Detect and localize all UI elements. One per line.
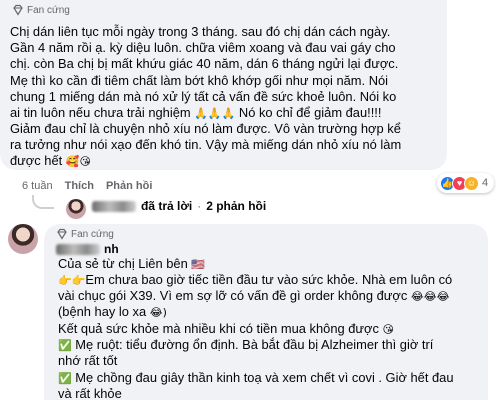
avatar[interactable] bbox=[66, 199, 86, 219]
comment-2-line-5: Kết quả sức khỏe mà nhiều khi có tiền mu… bbox=[58, 321, 394, 338]
comment-2-line-6: ✅ Mẹ ruột: tiểu đường ổn định. Bà bắt đầ… bbox=[58, 337, 433, 354]
comment-2-line-1-text: Của sẻ từ chị Liên bên bbox=[58, 256, 192, 271]
pray-emoji: 🙏🙏🙏 bbox=[194, 107, 236, 120]
comment-2-author-row: Fan cứng bbox=[56, 228, 114, 240]
reaction-summary[interactable]: 👍 ♥ ☺ 4 bbox=[437, 173, 495, 193]
comment-2-line-8-text: Mẹ chồng đau giây thần kinh toạ và xem c… bbox=[75, 370, 454, 385]
like-button[interactable]: Thích bbox=[65, 180, 94, 192]
comment-bubble-2: Fan cứng nh Của sẻ từ chị Liên bên 🇺🇸 👉👉… bbox=[44, 224, 488, 400]
comment-1-line-4: Mẹ thì ko cần đi tiêm chất làm bớt khô k… bbox=[10, 73, 389, 88]
comment-2-line-2: 👉👉Em chưa bao giờ tiếc tiền đầu tư vào s… bbox=[58, 272, 452, 289]
comment-1-line-3: chị. còn Ba chị bị mất khứu giác 40 năm,… bbox=[10, 56, 399, 71]
laugh-emojis: 😂😂😂 bbox=[410, 290, 450, 303]
comment-1-line-9: được hết 🥰😘 bbox=[10, 153, 91, 170]
comment-1-line-9-text: được hết bbox=[10, 153, 66, 168]
comment-1-time[interactable]: 6 tuần bbox=[22, 180, 53, 192]
comment-1-line-6-start: ai tin luôn nếu chưa trải nghiệm bbox=[10, 105, 195, 120]
fan-badge-label: Fan cứng bbox=[71, 228, 114, 240]
reaction-count: 4 bbox=[482, 177, 489, 189]
comment-2-line-5-text: Kết quả sức khỏe mà nhiều khi có tiền mu… bbox=[58, 321, 383, 336]
comment-2-line-1: Của sẻ từ chị Liên bên 🇺🇸 bbox=[58, 256, 205, 273]
author-name-suffix: nh bbox=[104, 242, 119, 256]
comment-2-line-3: vài chục gói X39. Vì em sợ lỡ có vấn đề … bbox=[58, 288, 449, 305]
comment-1-line-6-end: Nó ko chỉ để giảm đau!!!! bbox=[235, 105, 382, 120]
reply-button[interactable]: Phản hồi bbox=[106, 180, 152, 192]
comment-1-line-5: chung 1 miếng dán mà nó xử lý tất cả vấn… bbox=[10, 89, 397, 104]
author-name-blur bbox=[56, 243, 100, 255]
fan-badge-label: Fan cứng bbox=[27, 4, 70, 16]
reply-action: đã trả lời bbox=[141, 199, 193, 213]
comment-1-line-8: ra tưởng như nói xạo đến khó tin. Vậy mà… bbox=[10, 137, 402, 152]
comment-1-line-1: Chị dán liên tục mỗi ngày trong 3 tháng.… bbox=[10, 24, 391, 39]
comment-1-line-7: Giảm đau chỉ là chuyện nhỏ xíu nó làm đư… bbox=[10, 121, 401, 136]
reply-count: 2 phản hồi bbox=[206, 199, 267, 213]
comment-1-author-row: Fan cứng bbox=[12, 4, 70, 16]
laugh-emoji: 😂) bbox=[149, 306, 167, 319]
us-flag-emoji: 🇺🇸 bbox=[191, 258, 206, 271]
comment-2-line-6-text: Mẹ ruột: tiểu đường ổn định. Bà bắt đầu … bbox=[75, 337, 434, 352]
check-icon: ✅ bbox=[58, 372, 72, 385]
comment-2-line-4-text: (bệnh hay lo xa bbox=[58, 304, 150, 319]
comment-2-author-name[interactable]: nh bbox=[56, 242, 119, 256]
comment-2-line-9: và rất khỏe bbox=[58, 386, 122, 400]
check-icon: ✅ bbox=[58, 339, 72, 352]
comment-2-line-2-text: Em chưa bao giờ tiếc tiền đầu tư vào sức… bbox=[85, 272, 453, 287]
comment-1-line-2: Gần 4 năm rồi ạ. kỳ diệu luôn. chữa viêm… bbox=[10, 40, 396, 55]
comment-bubble-1: Fan cứng Chị dán liên tục mỗi ngày trong… bbox=[0, 0, 447, 170]
avatar[interactable] bbox=[8, 224, 38, 254]
comment-2-line-4: (bệnh hay lo xa 😂) bbox=[58, 304, 167, 321]
kiss-emoji: 😘 bbox=[382, 323, 394, 336]
separator-dot: · bbox=[197, 199, 202, 213]
comment-2-line-3-text: vài chục gói X39. Vì em sợ lỡ có vấn đề … bbox=[58, 288, 411, 303]
thread-connector bbox=[32, 195, 54, 209]
comment-1-meta: 6 tuần Thích Phản hồi bbox=[22, 180, 152, 192]
pointing-emoji: 👉👉 bbox=[58, 274, 86, 287]
fan-badge[interactable]: Fan cứng bbox=[12, 4, 70, 16]
comment-2-line-8: ✅ Mẹ chồng đau giây thần kinh toạ và xem… bbox=[58, 370, 454, 387]
reply-summary[interactable]: đã trả lời · 2 phản hồi bbox=[92, 199, 266, 213]
comment-2-line-7: nhớ rất tốt bbox=[58, 353, 118, 368]
fan-badge[interactable]: Fan cứng bbox=[56, 228, 114, 240]
love-emojis: 🥰😘 bbox=[65, 155, 91, 168]
gem-icon bbox=[13, 4, 23, 16]
gem-icon bbox=[57, 228, 67, 240]
comment-1-line-6: ai tin luôn nếu chưa trải nghiệm 🙏🙏🙏 Nó … bbox=[10, 105, 381, 122]
replier-name bbox=[92, 200, 136, 212]
haha-reaction-icon: ☺ bbox=[464, 175, 479, 191]
